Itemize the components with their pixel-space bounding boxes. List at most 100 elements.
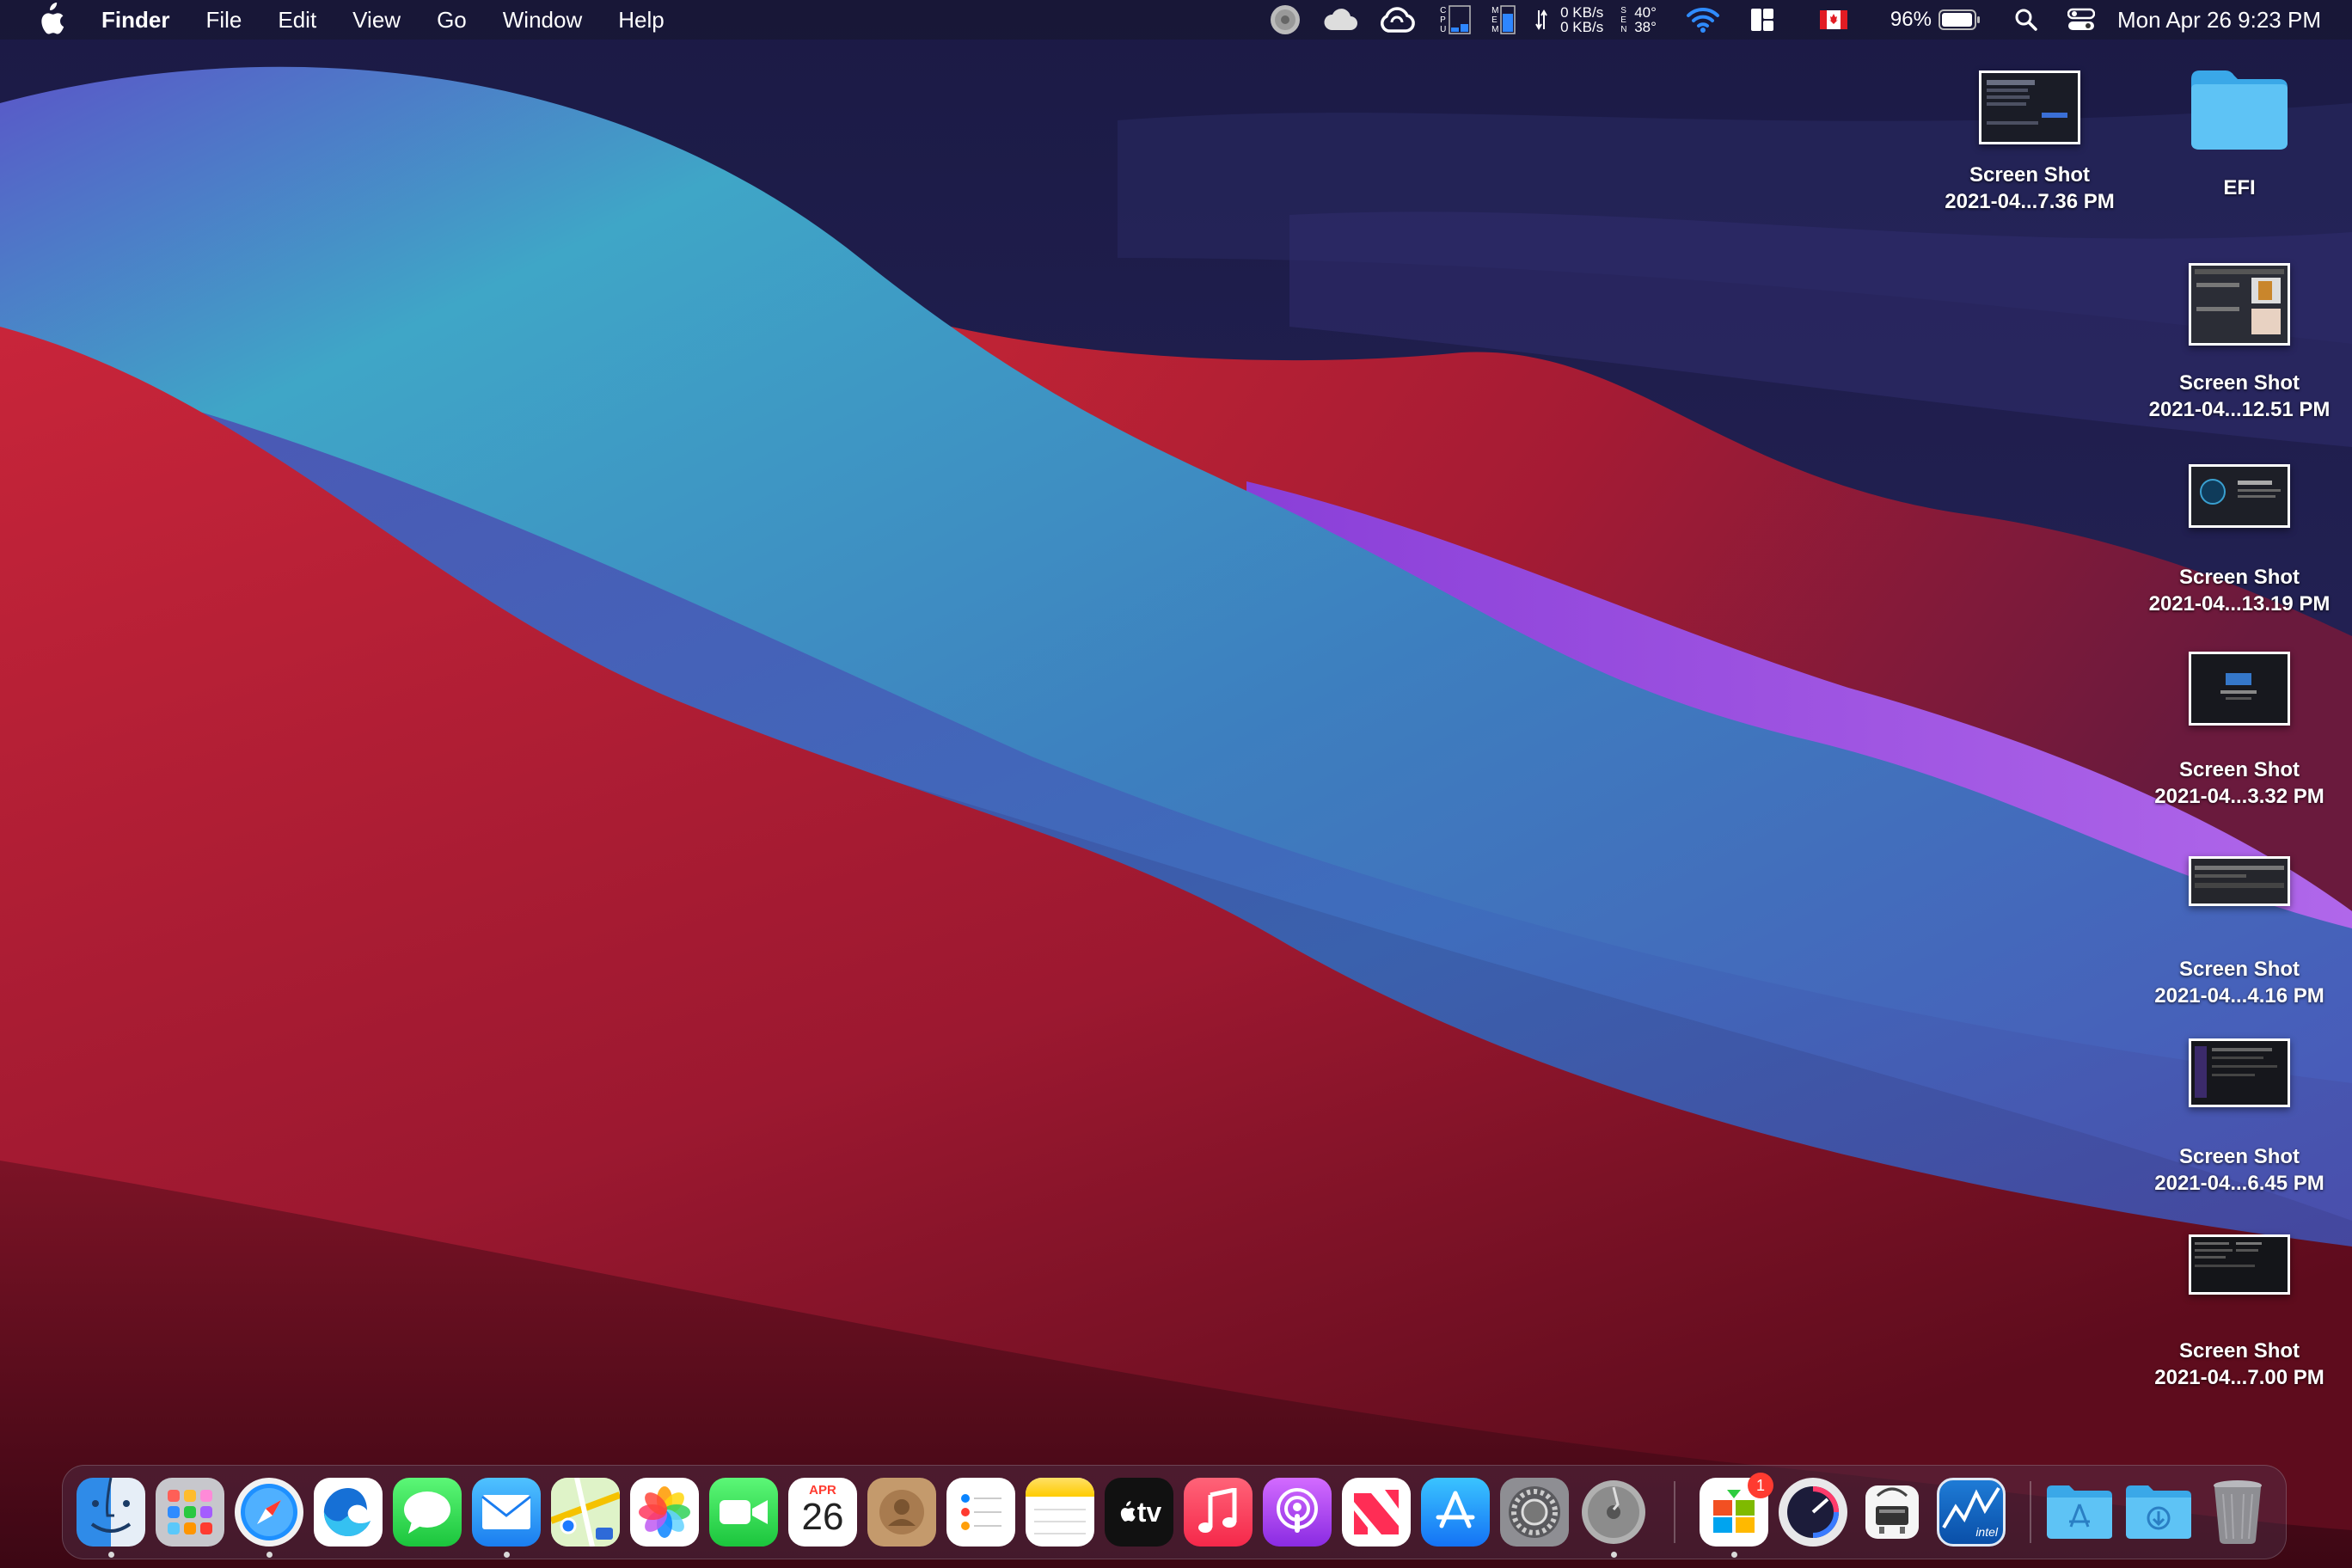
screenshot-thumbnail [2189, 464, 2290, 528]
contact-person-icon [879, 1490, 924, 1534]
dock-news[interactable] [1342, 1478, 1411, 1547]
control-center-icon[interactable] [2067, 8, 2095, 32]
notes-pad-icon [1026, 1478, 1094, 1497]
trash-icon [2214, 1480, 2262, 1544]
input-source-flag-icon[interactable] [1819, 10, 1847, 29]
menu-window[interactable]: Window [503, 7, 582, 34]
network-speed[interactable]: 0 KB/s 0 KB/s [1560, 5, 1603, 34]
dock-maps[interactable] [551, 1478, 620, 1547]
running-indicator [1731, 1552, 1737, 1558]
menu-view[interactable]: View [352, 7, 401, 34]
dock-contacts[interactable] [867, 1478, 936, 1547]
dock-intel-power-gadget[interactable]: intel [1937, 1478, 2006, 1547]
menu-app-name[interactable]: Finder [101, 7, 169, 34]
dock-monitor[interactable] [1779, 1478, 1847, 1547]
menubar-clock[interactable]: Mon Apr 26 9:23 PM [2117, 7, 2321, 34]
dock-separator [2030, 1481, 2031, 1543]
desktop-file-screenshot[interactable]: Screen Shot 2021-04...4.16 PM [2136, 856, 2343, 1009]
desktop-item-sub: 2021-04...7.36 PM [1945, 190, 2115, 213]
dock-finder[interactable] [77, 1478, 145, 1547]
dock-safari[interactable] [235, 1478, 303, 1547]
desktop-item-sub: 2021-04...12.51 PM [2148, 398, 2331, 421]
notification-badge: 1 [1748, 1473, 1773, 1498]
dock-hackintool[interactable] [1858, 1478, 1926, 1547]
dock-disk-utility[interactable] [1579, 1478, 1648, 1547]
screenshot-thumbnail [2189, 652, 2290, 726]
dock-notes[interactable] [1026, 1478, 1094, 1547]
memory-usage-indicator[interactable]: MEM [1491, 5, 1516, 34]
podcast-icon [1277, 1488, 1318, 1533]
wifi-icon[interactable] [1686, 6, 1720, 34]
mem-label: MEM [1491, 5, 1499, 34]
dock-photos[interactable] [630, 1478, 699, 1547]
dock-tv[interactable]: tv [1105, 1478, 1173, 1547]
battery-status[interactable]: 96% [1890, 8, 1981, 32]
dock-microsoft-store[interactable]: 1 [1700, 1473, 1773, 1547]
dock-trash[interactable] [2203, 1478, 2272, 1547]
envelope-icon [481, 1495, 531, 1529]
dock-messages[interactable] [393, 1478, 462, 1547]
running-indicator [266, 1552, 273, 1558]
desktop-file-screenshot[interactable]: Screen Shot 2021-04...6.45 PM [2136, 1038, 2343, 1197]
dock-reminders[interactable] [946, 1478, 1015, 1547]
desktop-item-sub: 2021-04...7.00 PM [2154, 1366, 2324, 1389]
map-icon [551, 1478, 620, 1547]
speech-bubble-icon [404, 1491, 450, 1534]
cpu-usage-indicator[interactable]: CPU [1440, 5, 1471, 34]
menu-file[interactable]: File [205, 7, 242, 34]
sen-label: SEN [1620, 5, 1627, 34]
desktop-item-name: Screen Shot [2178, 1339, 2300, 1363]
launchpad-grid-icon [168, 1490, 212, 1534]
dock-mail[interactable] [472, 1478, 541, 1547]
microsoft-logo-icon [1713, 1490, 1755, 1533]
disk-status-icon[interactable] [1268, 3, 1302, 37]
screenshot-thumbnail [2189, 263, 2290, 346]
apple-menu-icon[interactable] [34, 3, 65, 37]
network-activity-icon[interactable] [1534, 7, 1548, 33]
desktop-folder-efi[interactable]: EFI [2136, 67, 2343, 201]
menu-help[interactable]: Help [618, 7, 664, 34]
finder-icon [90, 1478, 132, 1533]
desktop-item-name: Screen Shot [2178, 758, 2300, 781]
dock-facetime[interactable] [709, 1478, 778, 1547]
running-indicator [108, 1552, 114, 1558]
running-indicator [504, 1552, 510, 1558]
dock-app-store[interactable] [1421, 1478, 1490, 1547]
desktop-item-sub: 2021-04...3.32 PM [2154, 785, 2324, 808]
dock-system-preferences[interactable] [1500, 1478, 1569, 1547]
cloud-icon[interactable] [1321, 6, 1359, 34]
apple-logo-icon [1120, 1501, 1136, 1522]
menu-edit[interactable]: Edit [278, 7, 316, 34]
screenshot-thumbnail [1979, 70, 2080, 144]
menu-go[interactable]: Go [437, 7, 467, 34]
dock-edge[interactable] [314, 1478, 383, 1547]
music-note-icon [1198, 1488, 1237, 1533]
desktop-wallpaper [0, 0, 2352, 1568]
dock-calendar[interactable]: APR 26 [788, 1478, 857, 1547]
desktop-file-screenshot[interactable]: Screen Shot 2021-04...7.00 PM [2136, 1234, 2343, 1391]
desktop-item-name: EFI [2223, 176, 2256, 199]
sensor-temperatures[interactable]: SEN 40° 38° [1620, 5, 1657, 34]
desktop-file-screenshot[interactable]: Screen Shot 2021-04...3.32 PM [2136, 652, 2343, 810]
news-icon [1354, 1490, 1399, 1534]
desktop-item-name: Screen Shot [2178, 566, 2300, 589]
gear-icon [1509, 1486, 1560, 1538]
desktop-file-screenshot[interactable]: Screen Shot 2021-04...7.36 PM [1926, 70, 2133, 215]
dock-applications-folder[interactable] [2045, 1478, 2114, 1547]
desktop-file-screenshot[interactable]: Screen Shot 2021-04...12.51 PM [2136, 263, 2343, 423]
spotlight-search-icon[interactable] [2014, 8, 2038, 32]
creative-cloud-icon[interactable] [1378, 5, 1416, 34]
compass-icon [241, 1484, 297, 1540]
dock-podcasts[interactable] [1263, 1478, 1332, 1547]
desktop-file-screenshot[interactable]: Screen Shot 2021-04...13.19 PM [2136, 464, 2343, 617]
dock-launchpad[interactable] [156, 1478, 224, 1547]
dock-downloads-folder[interactable] [2124, 1478, 2193, 1547]
battery-icon [1938, 9, 1980, 30]
app-store-icon [1436, 1491, 1475, 1528]
checklist-icon [961, 1494, 1001, 1530]
hackintool-icon [1865, 1485, 1919, 1539]
screenshot-thumbnail [2189, 1038, 2290, 1107]
cpu-label: CPU [1440, 5, 1447, 34]
window-manager-icon[interactable] [1749, 7, 1775, 33]
dock-music[interactable] [1184, 1478, 1253, 1547]
